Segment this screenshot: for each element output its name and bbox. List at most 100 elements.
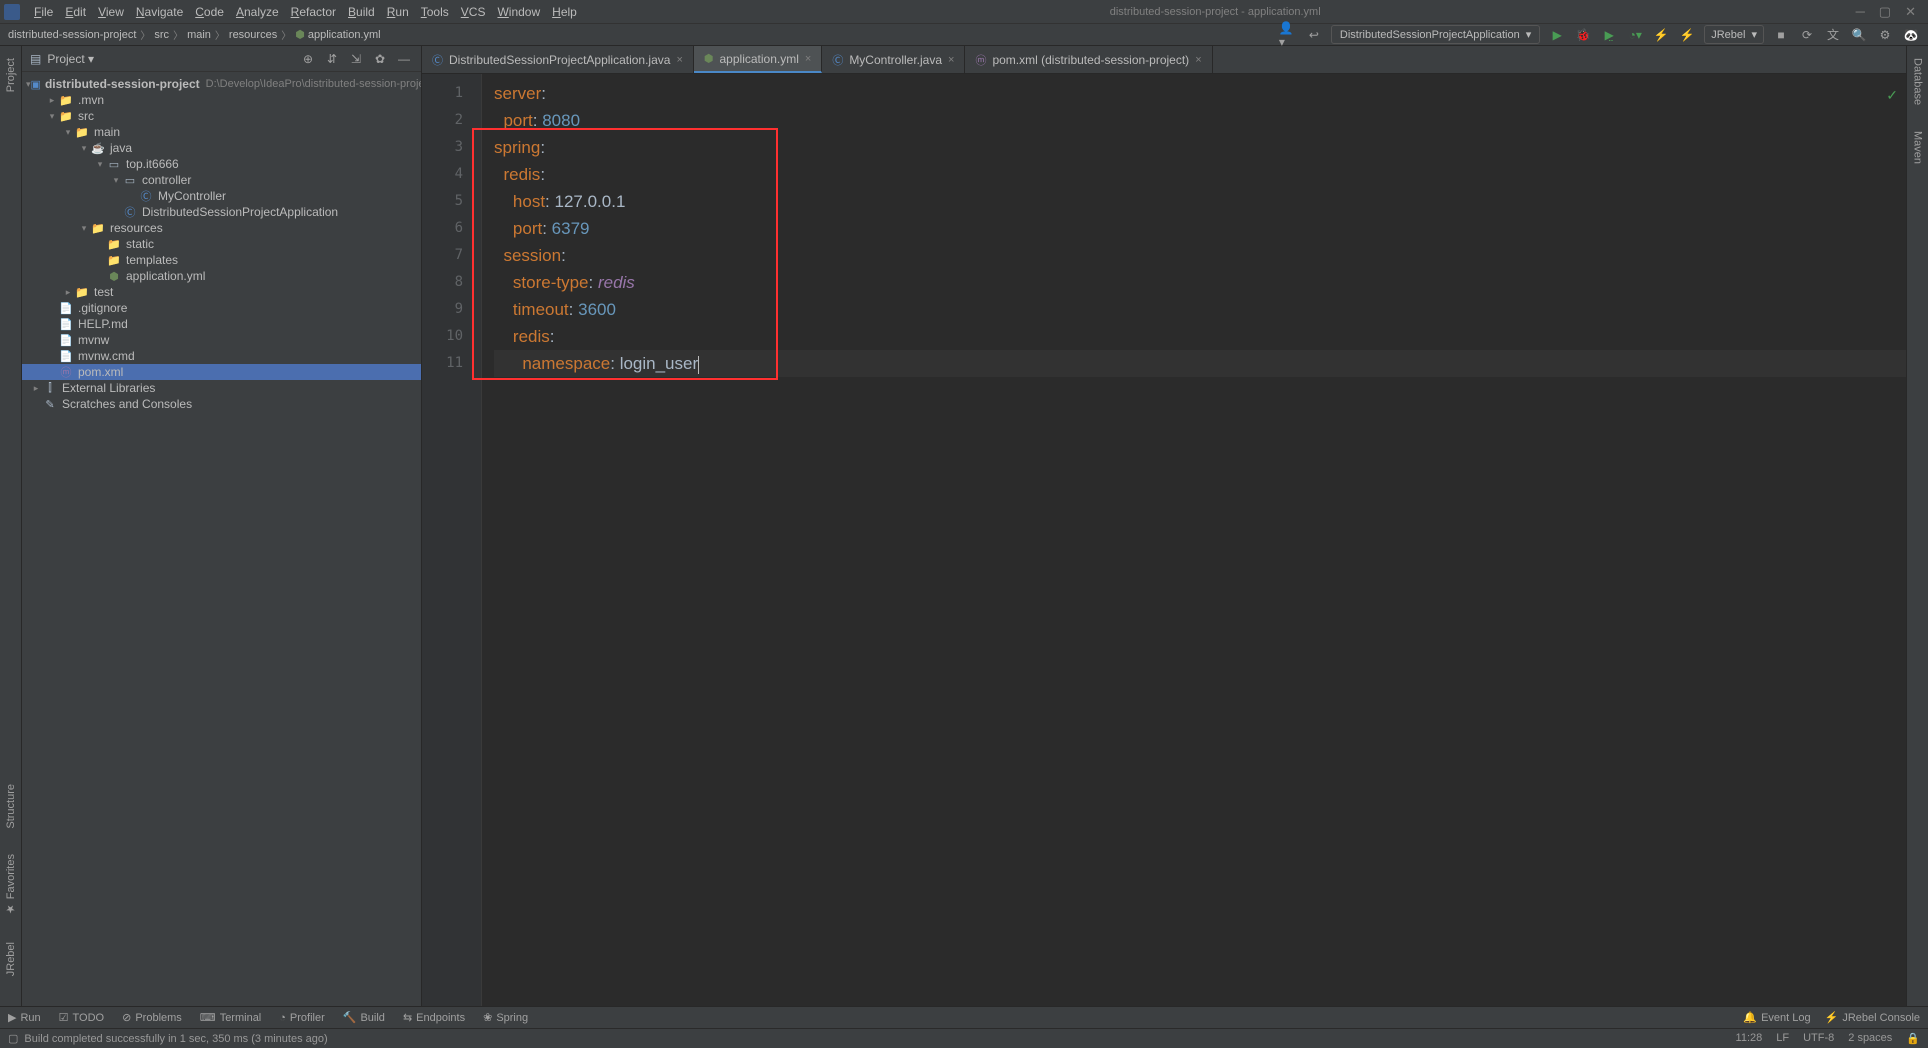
tree-node[interactable]: ▸📁test [22,284,421,300]
tree-node[interactable]: ▾▭top.it6666 [22,156,421,172]
tree-node[interactable]: 📄mvnw [22,332,421,348]
debug-button[interactable]: 🐞 [1574,26,1592,44]
maven-tool-button[interactable]: Maven [1912,127,1924,168]
close-tab-icon[interactable]: × [1195,54,1201,66]
hide-panel-icon[interactable]: — [395,50,413,68]
menu-run[interactable]: Run [381,5,415,19]
structure-tool-button[interactable]: Structure [5,780,17,833]
tree-node[interactable]: ▾📁src [22,108,421,124]
menu-refactor[interactable]: Refactor [285,5,342,19]
jrebel-tool-button[interactable]: JRebel [5,938,17,980]
code-line[interactable]: store-type: redis [494,269,1906,296]
tree-node[interactable]: ▾📁resources [22,220,421,236]
code-line[interactable]: namespace: login_user [494,350,1906,377]
indent-setting[interactable]: 2 spaces [1848,1032,1892,1045]
breadcrumb-item[interactable]: ⬢ application.yml [295,28,380,41]
editor-tab[interactable]: ⬢application.yml× [694,46,822,73]
jrebel-run-icon[interactable]: ⚡ [1652,26,1670,44]
profile-button[interactable]: ◔▾ [1626,26,1644,44]
bottom-tab-run[interactable]: ▶Run [8,1011,41,1024]
git-update-icon[interactable]: ⟳ [1798,26,1816,44]
code-line[interactable]: redis: [494,161,1906,188]
database-tool-button[interactable]: Database [1912,54,1924,109]
project-panel-title[interactable]: Project ▾ [47,52,299,66]
menu-file[interactable]: File [28,5,59,19]
favorites-tool-button[interactable]: ★ Favorites [4,850,17,919]
code-line[interactable]: host: 127.0.0.1 [494,188,1906,215]
bottom-tab-terminal[interactable]: ⌨Terminal [200,1011,261,1024]
menu-build[interactable]: Build [342,5,381,19]
minimize-button[interactable]: ─ [1856,4,1865,20]
lock-icon[interactable]: 🔒 [1906,1032,1920,1045]
jrebel-selector[interactable]: JRebel ▾ [1704,25,1764,44]
code-content[interactable]: ✓ server: port: 8080spring: redis: host:… [482,74,1906,1006]
avatar-icon[interactable]: 🐼 [1902,26,1920,44]
tree-node[interactable]: ✎Scratches and Consoles [22,396,421,412]
tree-node[interactable]: 📄.gitignore [22,300,421,316]
breadcrumb-item[interactable]: src [154,29,169,41]
run-config-selector[interactable]: DistributedSessionProjectApplication ▾ [1331,25,1540,44]
bottom-tab-spring[interactable]: ❀Spring [483,1011,528,1024]
back-icon[interactable]: ↩ [1305,26,1323,44]
close-button[interactable]: ✕ [1905,4,1916,20]
menu-help[interactable]: Help [546,5,583,19]
tree-node[interactable]: ▾☕java [22,140,421,156]
menu-edit[interactable]: Edit [59,5,92,19]
code-line[interactable]: port: 6379 [494,215,1906,242]
close-tab-icon[interactable]: × [805,53,811,65]
tree-node[interactable]: ⬢application.yml [22,268,421,284]
menu-analyze[interactable]: Analyze [230,5,285,19]
line-separator[interactable]: LF [1776,1032,1789,1045]
tree-node[interactable]: ▾▭controller [22,172,421,188]
editor-tab[interactable]: ⒸDistributedSessionProjectApplication.ja… [422,46,694,73]
menu-window[interactable]: Window [491,5,546,19]
tree-node[interactable]: ⒸDistributedSessionProjectApplication [22,204,421,220]
file-encoding[interactable]: UTF-8 [1803,1032,1834,1045]
code-line[interactable]: redis: [494,323,1906,350]
bottom-tab-profiler[interactable]: ◔Profiler [279,1011,325,1024]
code-line[interactable]: timeout: 3600 [494,296,1906,323]
menu-code[interactable]: Code [189,5,230,19]
bottom-tab-todo[interactable]: ☑TODO [59,1011,104,1024]
bottom-tab-problems[interactable]: ⊘Problems [122,1011,182,1024]
tree-node[interactable]: ▸⫿External Libraries [22,380,421,396]
jrebel-debug-icon[interactable]: ⚡ [1678,26,1696,44]
translate-icon[interactable]: 文 [1824,26,1842,44]
breadcrumb-item[interactable]: main [187,29,211,41]
bottom-tab-event-log[interactable]: 🔔Event Log [1743,1011,1810,1024]
expand-icon[interactable]: ⇵ [323,50,341,68]
project-tool-button[interactable]: Project [5,54,17,96]
coverage-button[interactable]: ▶̤ [1600,26,1618,44]
status-icon[interactable]: ▢ [8,1032,18,1045]
tree-node[interactable]: ▾▣distributed-session-projectD:\Develop\… [22,76,421,92]
bottom-tab-endpoints[interactable]: ⇆Endpoints [403,1011,465,1024]
add-user-icon[interactable]: 👤▾ [1279,26,1297,44]
close-tab-icon[interactable]: × [948,54,954,66]
tree-node[interactable]: ⒸMyController [22,188,421,204]
tree-node[interactable]: ▸📁.mvn [22,92,421,108]
stop-button[interactable]: ■ [1772,26,1790,44]
breadcrumb-item[interactable]: resources [229,29,277,41]
tree-node[interactable]: 📁static [22,236,421,252]
bottom-tab-build[interactable]: 🔨Build [343,1011,385,1024]
menu-navigate[interactable]: Navigate [130,5,189,19]
tree-node[interactable]: 📄mvnw.cmd [22,348,421,364]
menu-vcs[interactable]: VCS [455,5,492,19]
close-tab-icon[interactable]: × [676,54,682,66]
bottom-tab-jrebel-console[interactable]: ⚡JRebel Console [1825,1011,1920,1024]
project-tree[interactable]: ▾▣distributed-session-projectD:\Develop\… [22,72,421,1006]
code-line[interactable]: port: 8080 [494,107,1906,134]
code-line[interactable]: spring: [494,134,1906,161]
menu-tools[interactable]: Tools [415,5,455,19]
maximize-button[interactable]: ▢ [1879,4,1891,20]
run-button[interactable]: ▶ [1548,26,1566,44]
tree-node[interactable]: ▾📁main [22,124,421,140]
code-line[interactable]: session: [494,242,1906,269]
code-line[interactable]: server: [494,80,1906,107]
editor-tab[interactable]: ⓜpom.xml (distributed-session-project)× [965,46,1212,73]
breadcrumb-item[interactable]: distributed-session-project [8,29,136,41]
caret-position[interactable]: 11:28 [1736,1032,1763,1045]
panel-settings-icon[interactable]: ✿ [371,50,389,68]
tree-node[interactable]: 📁templates [22,252,421,268]
locate-icon[interactable]: ⊕ [299,50,317,68]
